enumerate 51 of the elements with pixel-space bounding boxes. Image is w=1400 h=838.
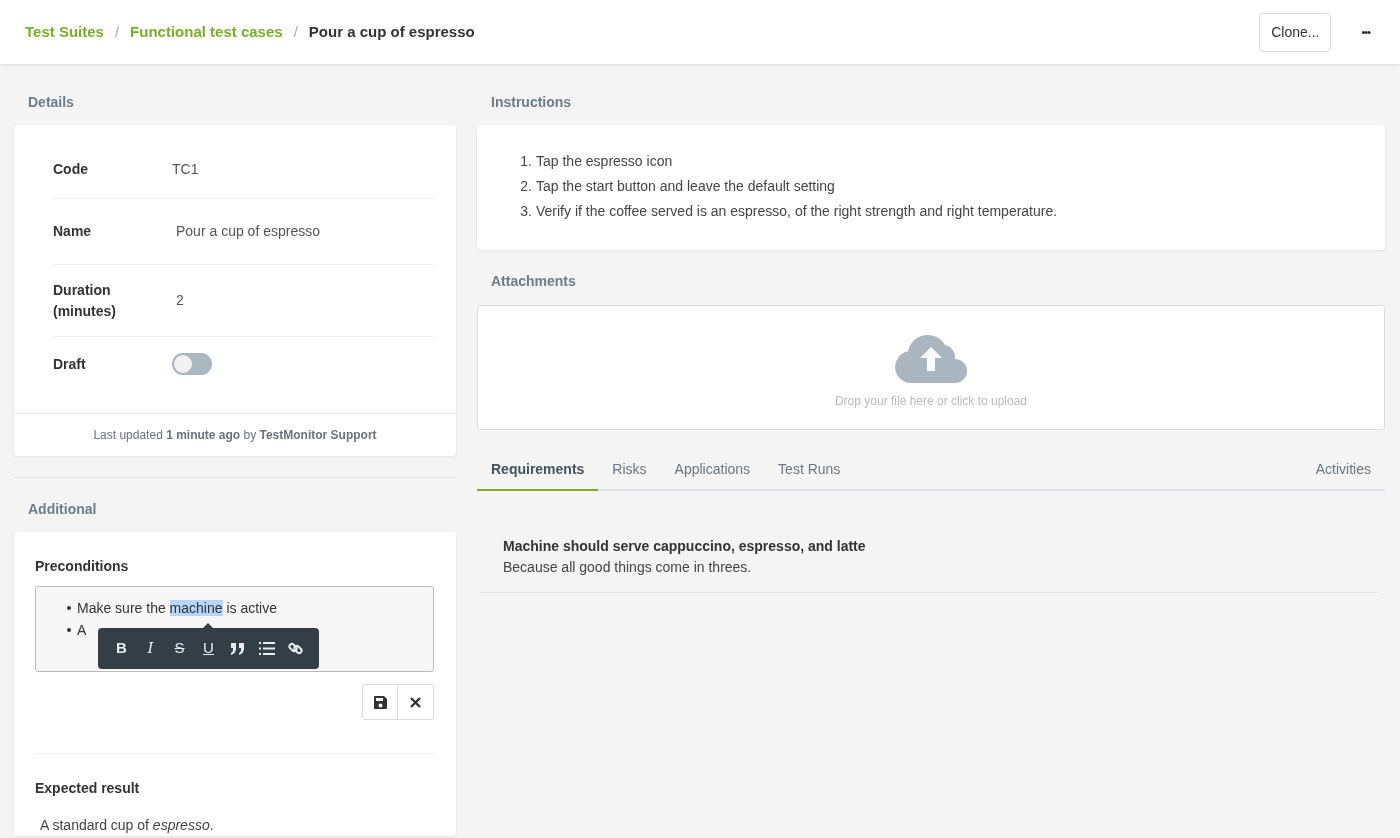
tab[interactable]: Risks: [598, 459, 661, 491]
last-updated-text: Last updated 1 minute ago by TestMonitor Support: [93, 428, 377, 442]
step-number: 1.: [519, 152, 532, 171]
expected-result-title: Expected result: [35, 779, 141, 798]
field-value: Pour a cup of espresso: [176, 222, 320, 241]
close-icon: [410, 696, 421, 708]
instruction-step: Verify if the coffee served is an espresso, of the right strength and right temperature.: [536, 199, 1058, 224]
preconditions-editor[interactable]: Make sure the machine is active A B I S U: [35, 586, 434, 672]
section-title: Additional: [27, 500, 98, 519]
bold-button[interactable]: B: [110, 635, 133, 662]
field-value: 2: [176, 291, 184, 310]
preconditions-title: Preconditions: [35, 557, 130, 576]
more-button[interactable]: •••: [1355, 22, 1376, 42]
breadcrumb-separator: /: [114, 21, 120, 42]
draft-toggle[interactable]: [172, 353, 212, 375]
bullet-icon: [67, 606, 71, 610]
breadcrumb-separator: /: [293, 21, 298, 42]
bullet-icon: [67, 628, 71, 632]
link-icon: [288, 641, 303, 656]
breadcrumb-current: Pour a cup of espresso: [308, 21, 475, 42]
tab[interactable]: Requirements: [477, 459, 599, 491]
tab[interactable]: Applications: [660, 459, 765, 491]
list-icon: [258, 642, 275, 655]
section-title: Instructions: [490, 93, 573, 112]
field-value: TC1: [172, 160, 199, 179]
cloud-upload-icon: [895, 333, 967, 383]
underline-button[interactable]: U: [197, 635, 220, 662]
save-button[interactable]: [362, 684, 398, 720]
strikethrough-button[interactable]: S: [168, 635, 191, 662]
field-label: Name: [53, 222, 92, 241]
field-label: Draft: [53, 354, 86, 374]
step-number: 3.: [519, 202, 532, 221]
quote-icon: [230, 642, 245, 655]
section-title: Details: [27, 93, 75, 112]
clone-button[interactable]: Clone...: [1259, 12, 1332, 52]
instruction-step: Tap the espresso icon: [536, 149, 673, 174]
upload-hint: Drop your file here or click to upload: [834, 393, 1028, 410]
expected-result-text: A standard cup of espresso.: [40, 816, 215, 835]
field-label: Duration (minutes): [53, 280, 117, 321]
section-title: Attachments: [490, 272, 577, 291]
italic-button[interactable]: I: [139, 635, 162, 662]
bullet-text: A: [77, 621, 87, 640]
tab[interactable]: Activities: [1301, 459, 1385, 491]
instruction-step: Tap the start button and leave the default setting: [536, 174, 835, 199]
field-label: Code: [53, 160, 88, 179]
step-number: 2.: [519, 177, 532, 196]
bullet-text: Make sure the machine is active: [77, 599, 277, 618]
close-button[interactable]: [398, 684, 434, 720]
requirement-title: Machine should serve cappuccino, espresso, and latte: [503, 537, 867, 556]
requirement-description: Because all good things come in threes.: [503, 558, 753, 577]
tab[interactable]: Test Runs: [764, 459, 855, 491]
